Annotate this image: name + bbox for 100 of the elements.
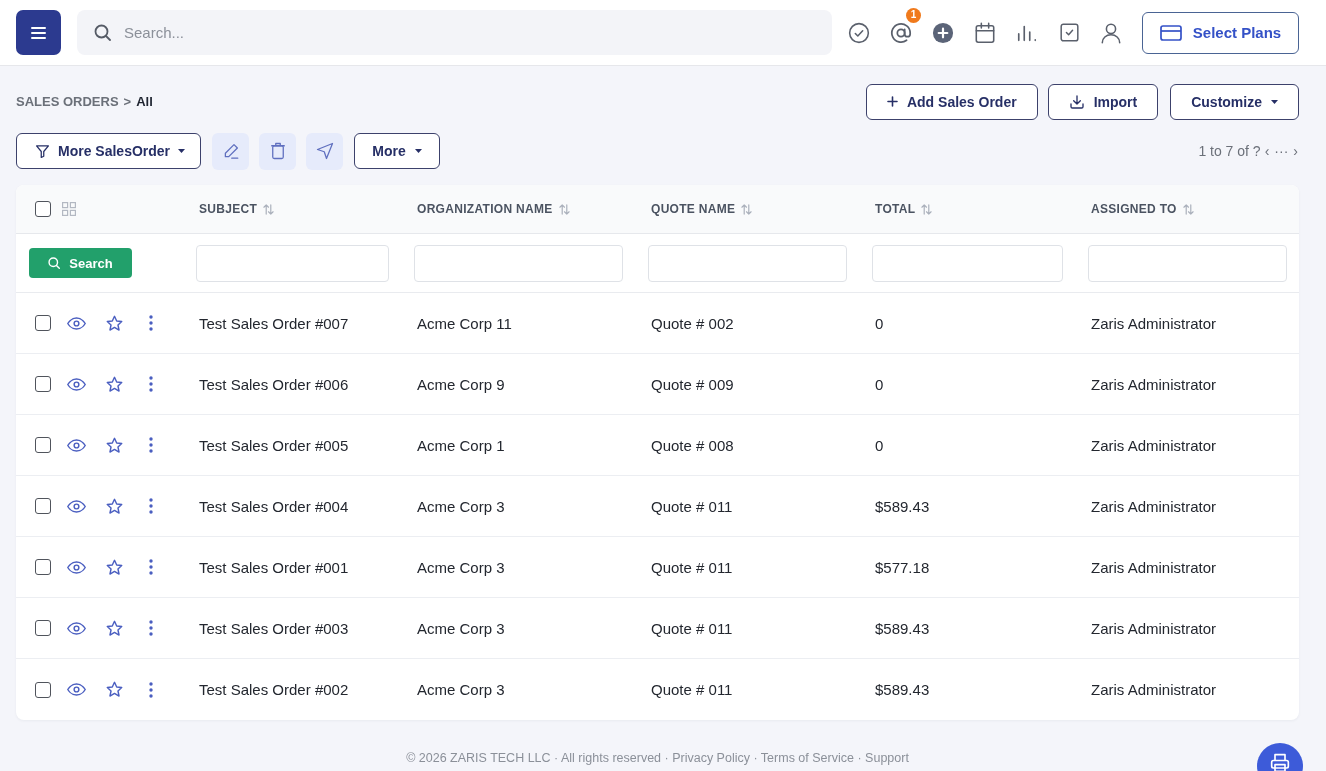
table-cell: Test Sales Order #007 xyxy=(199,314,349,332)
star-icon[interactable] xyxy=(106,497,123,515)
filter-icon xyxy=(35,143,50,159)
previous-page-button[interactable]: ‹ xyxy=(1263,143,1271,159)
footer-separator: · xyxy=(857,751,862,765)
eye-icon[interactable] xyxy=(67,438,86,452)
table-cell: $577.18 xyxy=(875,558,930,576)
table-cell: Acme Corp 1 xyxy=(417,436,505,454)
table-cell: Zaris Administrator xyxy=(1091,619,1217,637)
table-cell: Acme Corp 9 xyxy=(417,375,505,393)
table-cell: Zaris Administrator xyxy=(1091,681,1217,698)
select-plans-button[interactable]: Select Plans xyxy=(1142,11,1299,54)
kebab-menu-icon[interactable] xyxy=(149,498,153,514)
table-cell: Test Sales Order #001 xyxy=(199,558,349,576)
table-cell: Zaris Administrator xyxy=(1091,314,1217,332)
filter-input[interactable] xyxy=(414,244,623,282)
table-cell: Acme Corp 3 xyxy=(417,619,505,637)
table-cell: Acme Corp 3 xyxy=(417,558,505,576)
add-button[interactable]: Add Sales Order xyxy=(865,83,1038,120)
filter-input[interactable] xyxy=(872,244,1063,282)
delete-button[interactable] xyxy=(259,132,296,170)
filter-input[interactable] xyxy=(196,244,389,282)
star-icon[interactable] xyxy=(106,558,123,576)
column-header[interactable]: SUBJECT xyxy=(199,202,258,216)
add-circle-icon[interactable] xyxy=(931,20,955,45)
filter-input[interactable] xyxy=(648,244,847,282)
table-cell: Quote # 011 xyxy=(651,619,733,637)
column-header[interactable]: ASSIGNED TO xyxy=(1091,202,1177,216)
table-cell: $589.43 xyxy=(875,681,930,698)
credit-card-icon xyxy=(1159,24,1182,41)
table-cell: 0 xyxy=(875,314,884,332)
row-checkbox[interactable] xyxy=(35,498,51,514)
table-cell: 0 xyxy=(875,436,884,454)
table-cell: Test Sales Order #005 xyxy=(199,436,349,454)
menu-icon xyxy=(31,26,46,39)
eye-icon[interactable] xyxy=(67,316,86,330)
star-icon[interactable] xyxy=(106,375,123,393)
table-cell: Test Sales Order #004 xyxy=(199,497,349,515)
row-checkbox[interactable] xyxy=(35,559,51,575)
kebab-menu-icon[interactable] xyxy=(149,315,153,331)
customize-button[interactable]: Customize xyxy=(1170,83,1299,120)
send-button[interactable] xyxy=(306,132,343,170)
kebab-menu-icon[interactable] xyxy=(149,376,153,392)
star-icon[interactable] xyxy=(106,619,123,637)
table-cell: Acme Corp 11 xyxy=(417,314,512,332)
calendar-icon[interactable] xyxy=(973,20,997,45)
pagination-range: 1 to 7 of ? xyxy=(1198,143,1261,159)
star-icon[interactable] xyxy=(106,436,123,454)
star-icon[interactable] xyxy=(106,681,123,698)
checkbox-icon[interactable] xyxy=(1057,20,1081,45)
table-cell: Zaris Administrator xyxy=(1091,497,1217,515)
table-cell: Quote # 011 xyxy=(651,497,733,515)
plus-icon xyxy=(886,96,898,107)
table-cell: $589.43 xyxy=(875,619,930,637)
column-header[interactable]: TOTAL xyxy=(875,202,916,216)
caret-icon xyxy=(178,149,186,153)
table-cell: Zaris Administrator xyxy=(1091,375,1217,393)
import-button[interactable]: Import xyxy=(1047,83,1159,120)
filter-button[interactable]: More SalesOrder xyxy=(16,133,201,169)
table-cell: Quote # 008 xyxy=(651,436,734,454)
eye-icon[interactable] xyxy=(67,683,86,696)
next-page-button[interactable]: › xyxy=(1292,143,1299,159)
row-checkbox[interactable] xyxy=(35,620,51,636)
printer-icon xyxy=(1270,753,1290,771)
table-cell: $589.43 xyxy=(875,497,930,515)
caret-icon xyxy=(1271,99,1278,104)
select-all-checkbox[interactable] xyxy=(35,201,51,217)
search-field[interactable]: Search... xyxy=(77,10,832,55)
eye-icon[interactable] xyxy=(67,377,86,391)
row-checkbox[interactable] xyxy=(35,315,51,331)
edit-button[interactable] xyxy=(212,132,249,170)
row-checkbox[interactable] xyxy=(35,681,51,698)
table-cell: Test Sales Order #002 xyxy=(199,681,349,698)
breadcrumb-current: All xyxy=(136,94,153,109)
at-sign-icon[interactable] xyxy=(890,21,912,44)
table-cell: Zaris Administrator xyxy=(1091,558,1217,576)
more-pages-button[interactable]: ··· xyxy=(1273,143,1290,159)
kebab-menu-icon[interactable] xyxy=(149,559,153,575)
breadcrumb-link[interactable]: SALES ORDERS xyxy=(16,94,119,109)
row-checkbox[interactable] xyxy=(35,437,51,453)
filter-input[interactable] xyxy=(1088,244,1287,282)
table-cell: Acme Corp 3 xyxy=(417,681,505,698)
kebab-menu-icon[interactable] xyxy=(149,620,153,636)
table-cell: Quote # 011 xyxy=(651,681,733,698)
eye-icon[interactable] xyxy=(67,621,86,635)
kebab-menu-icon[interactable] xyxy=(149,681,153,698)
menu-button[interactable] xyxy=(16,10,61,55)
eye-icon[interactable] xyxy=(67,499,86,513)
row-checkbox[interactable] xyxy=(35,376,51,392)
more-button[interactable]: More xyxy=(354,133,440,169)
eye-icon[interactable] xyxy=(67,560,86,574)
check-circle-icon[interactable] xyxy=(847,20,871,45)
table-cell: Quote # 011 xyxy=(651,558,733,576)
column-header[interactable]: QUOTE NAME xyxy=(651,202,736,216)
table-cell: Test Sales Order #003 xyxy=(199,619,349,637)
search-icon xyxy=(94,24,111,41)
kebab-menu-icon[interactable] xyxy=(149,437,153,453)
caret-icon xyxy=(414,149,422,153)
star-icon[interactable] xyxy=(106,314,123,332)
column-header[interactable]: ORGANIZATION NAME xyxy=(417,202,553,216)
